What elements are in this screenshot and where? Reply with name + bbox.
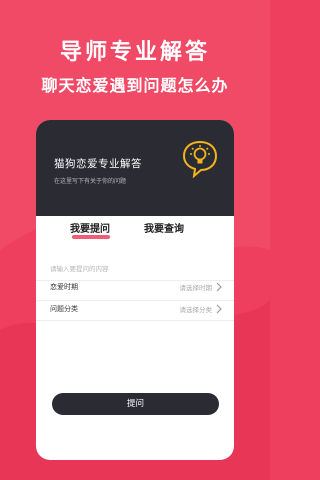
active-tab-indicator [72, 235, 110, 239]
divider [36, 320, 234, 321]
question-input[interactable] [50, 262, 220, 276]
love-period-label: 恋爱时期 [50, 283, 78, 291]
hero-title: 导师专业解答 [59, 40, 210, 65]
submit-question-button[interactable]: 提问 [52, 393, 219, 415]
tab-ask-question[interactable]: 我要提问 [70, 220, 110, 235]
question-category-value: 请选择分类 [179, 306, 213, 314]
tab-query-question[interactable]: 我要查询 [144, 220, 184, 235]
chevron-right-icon [216, 304, 222, 314]
lightbulb-chat-icon [182, 140, 218, 178]
card-title: 猫狗恋爱专业解答 [54, 158, 142, 170]
love-period-value: 请选择时期 [179, 284, 213, 292]
question-category-label: 问题分类 [50, 305, 78, 313]
tab-bar: 我要提问 我要查询 [36, 220, 234, 244]
card-header: 猫狗恋爱专业解答 在这里写下有关于你的问题 [36, 120, 234, 216]
question-category-selector[interactable]: 问题分类 请选择分类 [36, 300, 234, 320]
hero-subtitle: 聊天恋爱遇到问题怎么办 [41, 76, 229, 95]
question-card: 猫狗恋爱专业解答 在这里写下有关于你的问题 我要提问 我要查询 恋爱时期 请选择… [36, 120, 234, 460]
love-period-selector[interactable]: 恋爱时期 请选择时期 [36, 278, 234, 298]
chevron-right-icon [216, 282, 222, 292]
card-description: 在这里写下有关于你的问题 [54, 178, 127, 185]
